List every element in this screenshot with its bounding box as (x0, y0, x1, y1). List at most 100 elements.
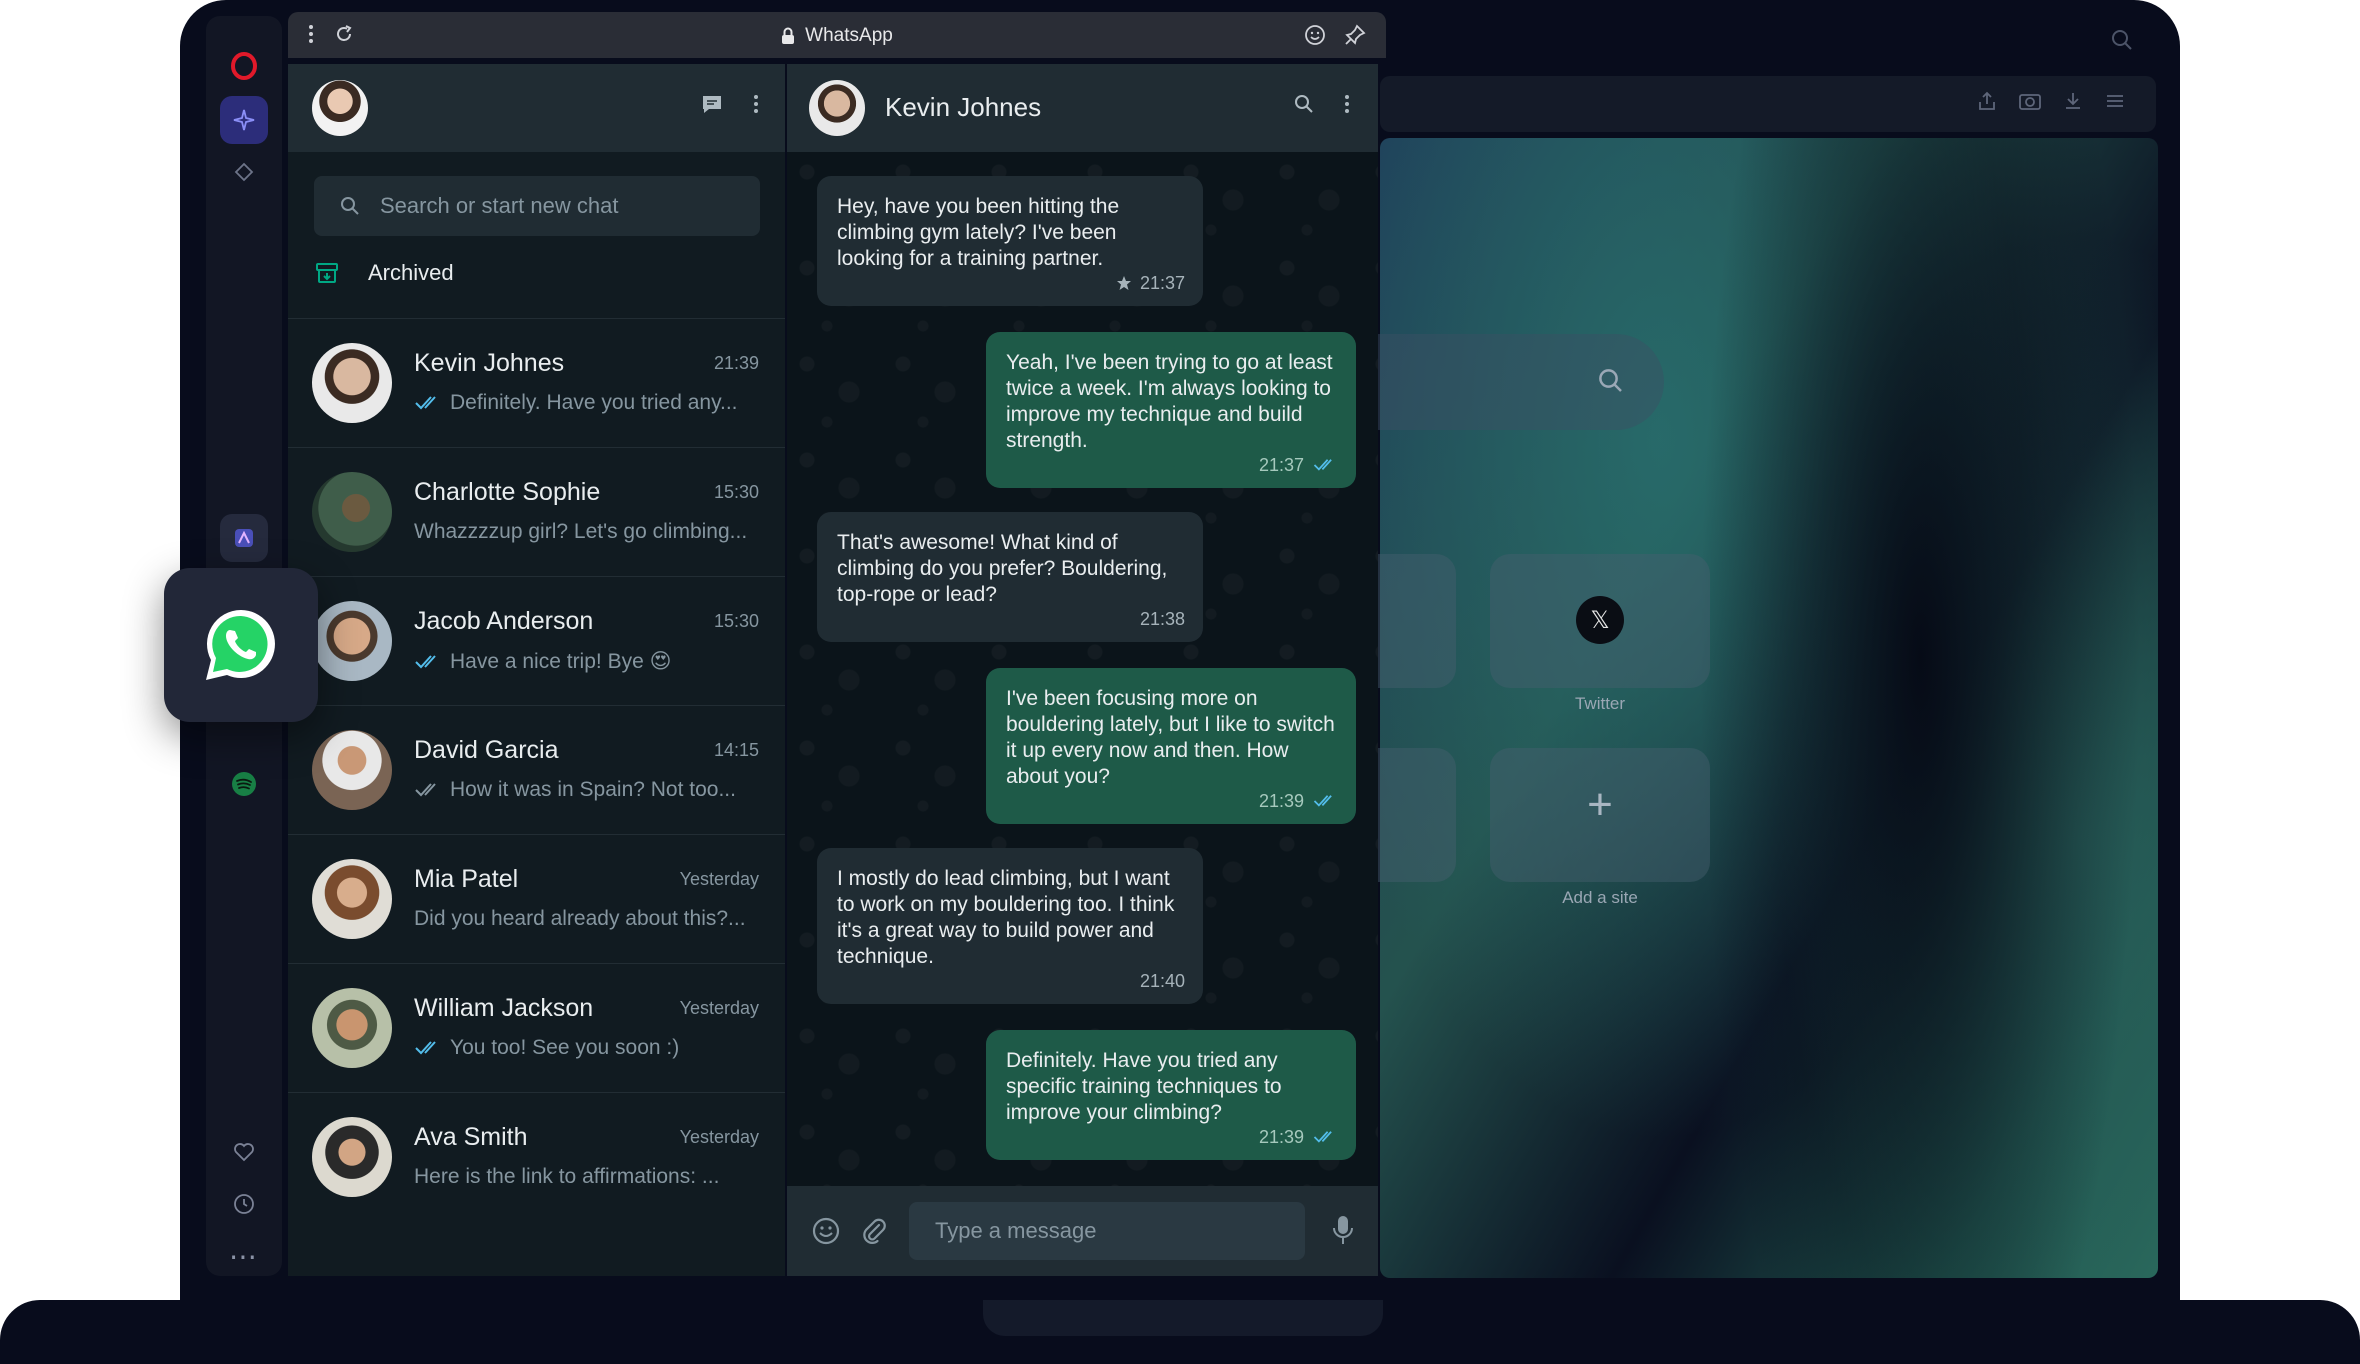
chat-name: Kevin Johnes (414, 349, 565, 377)
archived-row[interactable]: Archived (314, 260, 454, 286)
speed-dial-add-site[interactable]: + (1490, 748, 1710, 882)
message-bubble-outgoing[interactable]: Yeah, I've been trying to go at least tw… (986, 332, 1356, 488)
download-icon[interactable] (2062, 90, 2084, 112)
panel-titlebar: WhatsApp (288, 12, 1386, 58)
chat-list: Kevin Johnes 21:39 Definitely. Have you … (288, 318, 785, 1221)
diamond-icon[interactable] (220, 148, 268, 196)
chat-preview: How it was in Spain? Not too... (414, 778, 736, 802)
chat-preview: Whazzzzup girl? Let's go climbing... (414, 520, 747, 544)
double-check-icon (415, 396, 436, 410)
emoji-icon[interactable] (811, 1216, 841, 1246)
settings-sliders-icon[interactable] (2104, 90, 2126, 112)
chat-preview-text: Whazzzzup girl? Let's go climbing... (414, 520, 748, 543)
history-clock-icon[interactable] (220, 1180, 268, 1228)
opera-logo-icon[interactable] (220, 42, 268, 90)
search-input[interactable] (380, 176, 750, 236)
chat-item-mia-patel[interactable]: Mia Patel Yesterday Did you heard alread… (288, 834, 785, 963)
chat-name: William Jackson (414, 994, 594, 1022)
microphone-icon[interactable] (1332, 1214, 1354, 1246)
contact-name: Kevin Johnes (885, 92, 1042, 122)
chat-name: Jacob Anderson (414, 607, 594, 635)
search-icon (341, 197, 359, 215)
menu-dots-icon[interactable] (753, 94, 759, 114)
chat-time: Yesterday (679, 998, 759, 1018)
chat-preview: You too! See you soon :) (414, 1036, 679, 1060)
message-text: That's awesome! What kind of climbing do… (837, 531, 1168, 606)
speed-dial-label: Add a site (1562, 888, 1638, 907)
chat-item-kevin-johnes[interactable]: Kevin Johnes 21:39 Definitely. Have you … (288, 318, 785, 447)
chat-search (314, 176, 760, 236)
message-bubble-incoming[interactable]: I mostly do lead climbing, but I want to… (817, 848, 1203, 1004)
message-time: 21:37 (1258, 455, 1304, 475)
chat-time: 15:30 (713, 482, 759, 502)
new-chat-icon[interactable] (701, 94, 723, 114)
message-time: 21:39 (1258, 1127, 1304, 1147)
whatsapp-sidebar-button[interactable] (164, 568, 318, 722)
chat-preview-text: You too! See you soon :) (450, 1036, 680, 1059)
screen: ⋯ 𝕏 Twitter + Add a site WhatsApp Search… (0, 0, 2360, 1364)
archived-label: Archived (368, 260, 454, 285)
message-bubble-incoming[interactable]: That's awesome! What kind of climbing do… (817, 512, 1203, 642)
spotify-icon[interactable] (220, 760, 268, 808)
avatar[interactable] (809, 80, 865, 136)
aria-ai-icon[interactable] (220, 96, 268, 144)
message-time: 21:37 (1139, 273, 1185, 293)
pin-icon[interactable] (1344, 24, 1366, 46)
more-dots-icon[interactable]: ⋯ (220, 1232, 268, 1280)
speed-dial-tile-twitter[interactable]: 𝕏 (1490, 554, 1710, 688)
conversation-header[interactable]: Kevin Johnes (787, 64, 1378, 152)
avatar (312, 601, 392, 681)
chat-item-william-jackson[interactable]: William Jackson Yesterday You too! See y… (288, 963, 785, 1092)
share-icon[interactable] (1976, 90, 1998, 112)
double-check-icon (415, 783, 436, 797)
double-check-icon (1313, 459, 1332, 471)
message-list: Hey, have you been hitting the climbing … (787, 152, 1378, 1186)
conversation-pane: Kevin Johnes Hey, have you been hitting … (787, 64, 1378, 1276)
chat-time: 14:15 (713, 740, 759, 760)
chat-name: Mia Patel (414, 865, 519, 893)
chat-item-charlotte-sophie[interactable]: Charlotte Sophie 15:30 Whazzzzup girl? L… (288, 447, 785, 576)
message-composer (787, 1186, 1378, 1276)
avatar (312, 730, 392, 810)
message-text: Yeah, I've been trying to go at least tw… (1006, 351, 1333, 452)
archive-icon (316, 263, 338, 283)
message-bubble-outgoing[interactable]: Definitely. Have you tried any specific … (986, 1030, 1356, 1160)
chat-preview-text: How it was in Spain? Not too... (450, 778, 736, 801)
chat-item-jacob-anderson[interactable]: Jacob Anderson 15:30 Have a nice trip! B… (288, 576, 785, 705)
menu-dots-icon[interactable] (1344, 94, 1350, 114)
avatar (312, 859, 392, 939)
chat-item-david-garcia[interactable]: David Garcia 14:15 How it was in Spain? … (288, 705, 785, 834)
chat-preview: Did you heard already about this?... (414, 907, 746, 931)
message-bubble-incoming[interactable]: Hey, have you been hitting the climbing … (817, 176, 1203, 306)
plus-icon: + (1587, 780, 1613, 829)
avatar[interactable] (312, 80, 368, 136)
camera-icon[interactable] (2018, 90, 2042, 112)
emoji-face-icon[interactable] (1304, 24, 1326, 46)
search-icon[interactable] (1294, 94, 1314, 114)
browser-search-icon[interactable] (2110, 28, 2134, 57)
message-time: 21:39 (1258, 791, 1304, 811)
chat-preview-text: Definitely. Have you tried any... (450, 391, 738, 414)
message-bubble-outgoing[interactable]: I've been focusing more on bouldering la… (986, 668, 1356, 824)
browser-toolbar (1380, 76, 2156, 132)
heart-icon[interactable] (220, 1128, 268, 1176)
laptop-notch (983, 1300, 1383, 1336)
x-logo-icon: 𝕏 (1576, 596, 1624, 644)
message-input[interactable] (909, 1202, 1305, 1260)
chat-name: Charlotte Sophie (414, 478, 601, 506)
message-text: I mostly do lead climbing, but I want to… (837, 867, 1175, 968)
chat-preview-text: Here is the link to affirmations: ... (414, 1165, 720, 1188)
chat-time: 21:39 (713, 353, 759, 373)
avatar (312, 1117, 392, 1197)
star-icon (1116, 276, 1131, 290)
attach-paperclip-icon[interactable] (859, 1216, 889, 1246)
whatsapp-logo-icon (206, 610, 275, 680)
panel-title: WhatsApp (805, 25, 893, 46)
message-time: 21:40 (1139, 971, 1185, 991)
sidebar-app-icon[interactable] (220, 514, 268, 562)
double-check-icon (415, 654, 436, 668)
message-text: I've been focusing more on bouldering la… (1006, 687, 1335, 788)
chat-item-ava-smith[interactable]: Ava Smith Yesterday Here is the link to … (288, 1092, 785, 1221)
search-icon (1599, 369, 1622, 392)
chat-preview-text: Did you heard already about this?... (414, 907, 746, 930)
